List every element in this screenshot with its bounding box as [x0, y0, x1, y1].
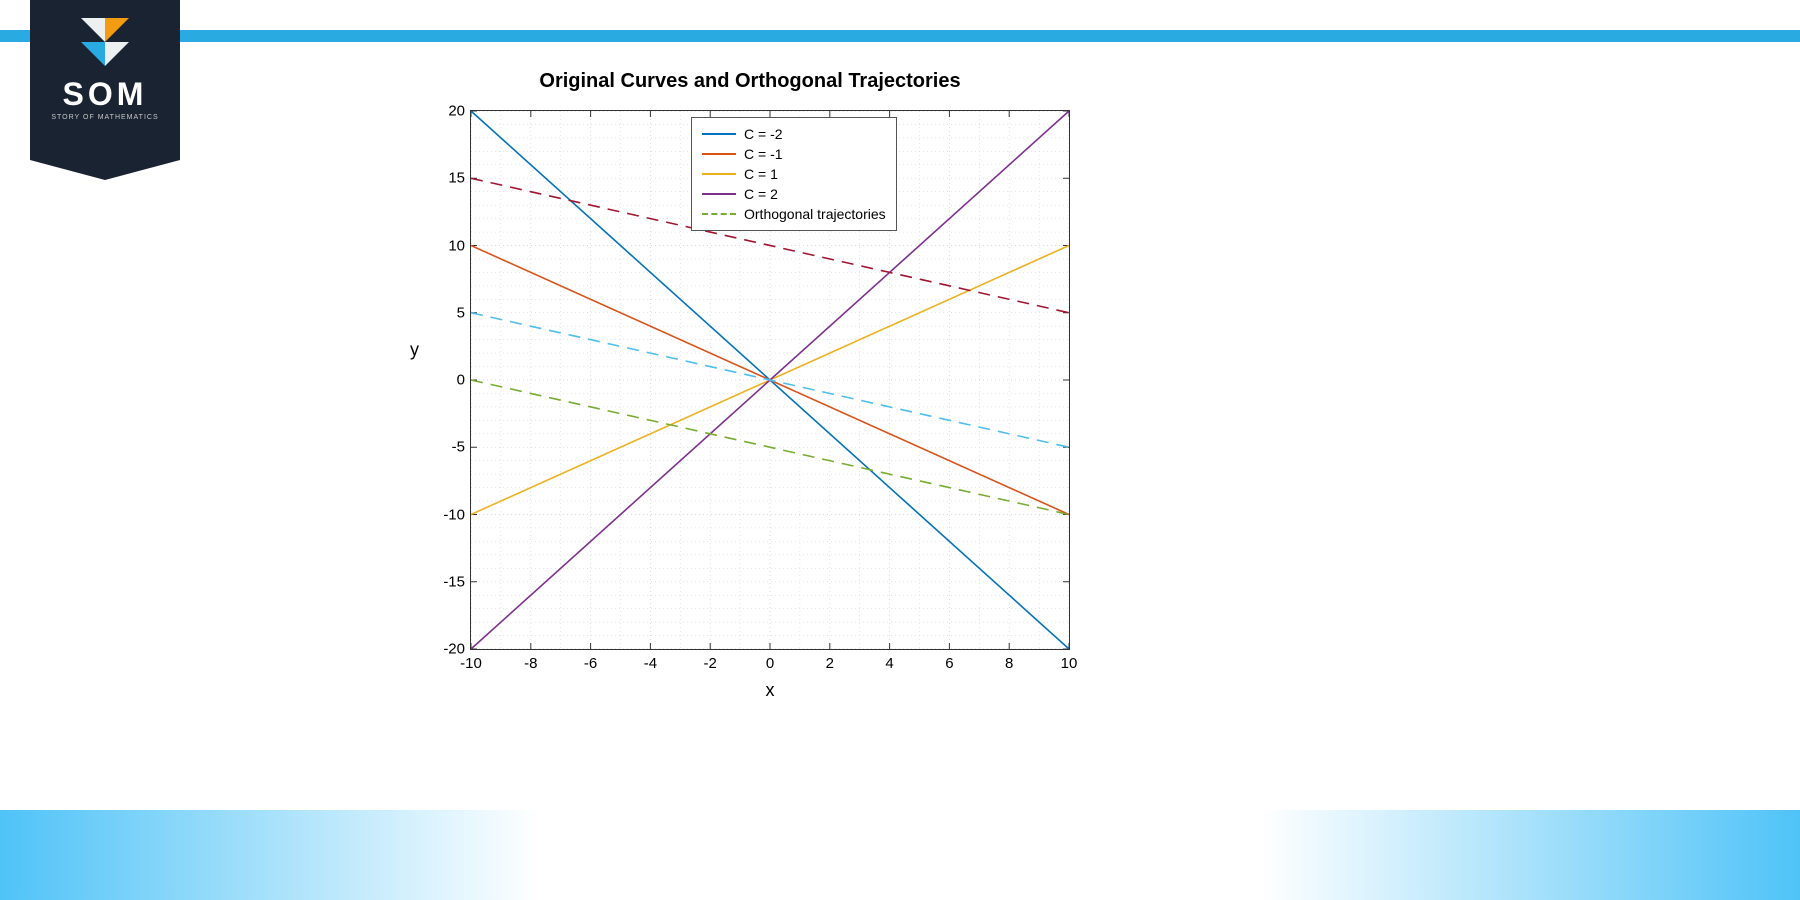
legend-swatch [702, 153, 736, 155]
y-tick-label: 0 [457, 372, 465, 389]
legend-swatch [702, 173, 736, 175]
x-tick-label: 4 [885, 655, 893, 672]
y-tick-label: 15 [448, 170, 465, 187]
plot-area: C = -2 C = -1 C = 1 C = 2 Orthogonal traject… [470, 110, 1070, 650]
top-accent-bar [0, 30, 1800, 42]
brand-subtitle: STORY OF MATHEMATICS [51, 114, 158, 121]
brand-badge: SOM STORY OF MATHEMATICS [30, 0, 180, 160]
chart-title: Original Curves and Orthogonal Trajector… [390, 70, 1110, 93]
legend-label: C = -1 [744, 146, 783, 162]
x-tick-label: 10 [1061, 655, 1078, 672]
x-tick-label: -4 [644, 655, 657, 672]
x-tick-label: -6 [584, 655, 597, 672]
x-tick-label: -8 [524, 655, 537, 672]
y-tick-label: 5 [457, 304, 465, 321]
legend-label: C = 1 [744, 166, 778, 182]
legend-item: C = 2 [702, 184, 886, 204]
y-tick-label: -10 [443, 506, 465, 523]
chart-container: Original Curves and Orthogonal Trajector… [390, 70, 1110, 730]
y-tick-label: 20 [448, 103, 465, 120]
x-tick-label: -2 [704, 655, 717, 672]
x-tick-label: 8 [1005, 655, 1013, 672]
y-axis-label: y [410, 340, 419, 361]
legend-swatch [702, 133, 736, 135]
x-tick-label: 0 [766, 655, 774, 672]
x-tick-label: 2 [826, 655, 834, 672]
legend-swatch [702, 213, 736, 215]
legend-item: C = -2 [702, 124, 886, 144]
x-tick-label: 6 [945, 655, 953, 672]
y-tick-label: 10 [448, 237, 465, 254]
legend-item: Orthogonal trajectories [702, 204, 886, 224]
legend-item: C = -1 [702, 144, 886, 164]
x-axis-label: x [470, 680, 1070, 701]
legend-label: C = -2 [744, 126, 783, 142]
legend-item: C = 1 [702, 164, 886, 184]
x-tick-label: -10 [460, 655, 482, 672]
legend-swatch [702, 193, 736, 195]
brand-title: SOM [63, 78, 148, 110]
bottom-gradient [0, 810, 1800, 900]
y-tick-label: -15 [443, 573, 465, 590]
legend: C = -2 C = -1 C = 1 C = 2 Orthogonal traject… [691, 117, 897, 231]
legend-label: Orthogonal trajectories [744, 206, 886, 222]
legend-label: C = 2 [744, 186, 778, 202]
brand-logo-icon [81, 18, 129, 66]
y-tick-label: -5 [452, 439, 465, 456]
